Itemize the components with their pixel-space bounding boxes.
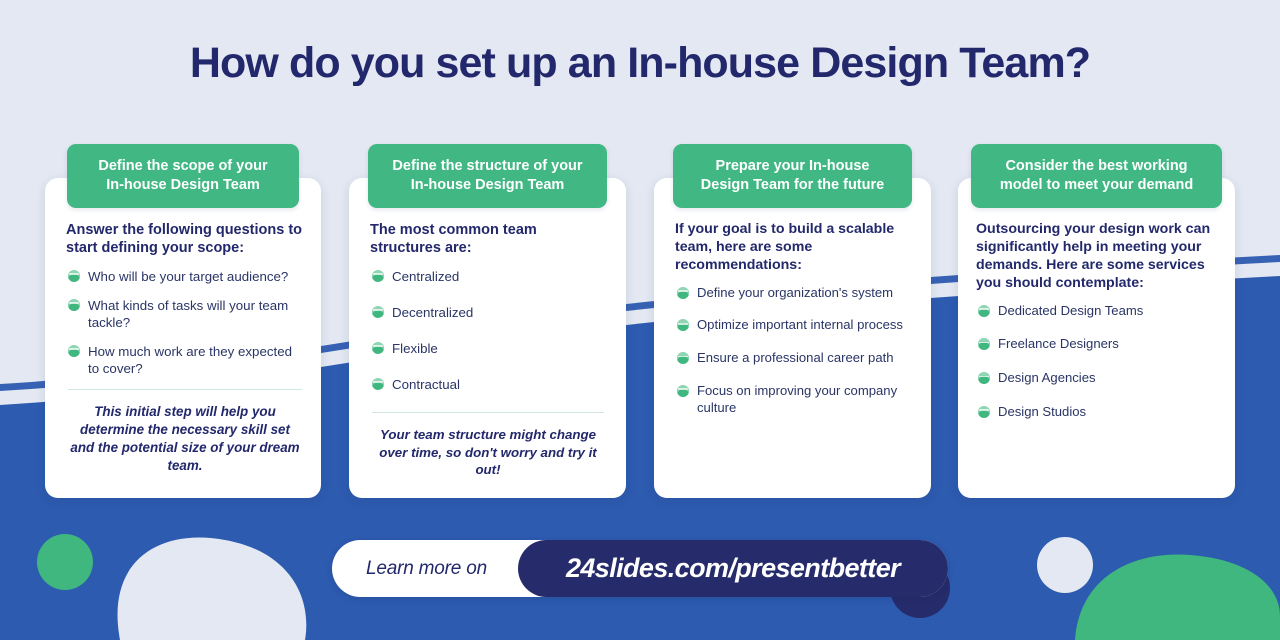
list-item: Optimize important internal process <box>675 317 911 334</box>
list-item-label: How much work are they expected to cover… <box>88 343 292 376</box>
divider <box>68 388 302 390</box>
list-item-label: Contractual <box>392 376 460 392</box>
list-item: How much work are they expected to cover… <box>66 343 304 377</box>
bullet-dot-icon <box>677 286 689 299</box>
bullet-list: Dedicated Design Teams Freelance Designe… <box>976 303 1221 421</box>
bullet-list: Who will be your target audience? What k… <box>66 268 304 377</box>
list-item-label: Decentralized <box>392 304 474 320</box>
cta-url-button[interactable]: 24slides.com/presentbetter <box>518 540 948 597</box>
card-header-line-1: Consider the best working <box>1005 158 1188 174</box>
bullet-dot-icon <box>372 305 384 318</box>
list-item-label: Optimize important internal process <box>697 317 903 333</box>
list-item-label: Design Studios <box>998 403 1087 419</box>
bullet-dot-icon <box>372 269 384 282</box>
list-item: Freelance Designers <box>976 336 1221 353</box>
card-body: Answer the following questions to start … <box>45 178 321 498</box>
bullet-dot-icon <box>978 372 990 385</box>
card-intro-text: The most common team structures are: <box>370 222 537 257</box>
list-item-label: Dedicated Design Teams <box>998 302 1144 318</box>
list-item: Define your organization's system <box>675 285 911 302</box>
bullet-dot-icon <box>677 352 689 365</box>
card-header-line-1: Define the structure of your <box>392 158 583 174</box>
list-item-label: Design Agencies <box>998 370 1096 386</box>
list-item: Flexible <box>370 340 606 357</box>
bullet-dot-icon <box>978 338 990 351</box>
list-item: What kinds of tasks will your team tackl… <box>66 297 304 331</box>
card-body: The most common team structures are: Cen… <box>349 178 626 498</box>
bullet-dot-icon <box>68 269 80 282</box>
cta-label: Learn more on <box>366 557 487 579</box>
list-item-label: Define your organization's system <box>697 284 894 300</box>
card-body: Outsourcing your design work can signifi… <box>958 178 1235 498</box>
bullet-list: Define your organization's system Optimi… <box>675 285 911 417</box>
bullet-list: Centralized Decentralized Flexible Contr… <box>370 268 606 393</box>
list-item: Dedicated Design Teams <box>976 303 1221 320</box>
bullet-dot-icon <box>677 384 689 397</box>
card-header-line-1: Prepare your In-house <box>715 158 870 174</box>
card-prepare-future: Prepare your In-house Design Team for th… <box>654 144 931 498</box>
bullet-dot-icon <box>372 377 384 390</box>
card-intro-text: Outsourcing your design work can signifi… <box>976 221 1211 291</box>
card-note: This initial step will help you determin… <box>70 403 300 473</box>
card-intro-text: Answer the following questions to start … <box>66 222 303 257</box>
card-working-model: Consider the best working model to meet … <box>958 144 1235 498</box>
card-intro-text: If your goal is to build a scalable team… <box>675 221 895 273</box>
bullet-dot-icon <box>978 304 990 317</box>
list-item-label: Freelance Designers <box>998 336 1119 352</box>
bullet-dot-icon <box>68 298 80 311</box>
bullet-dot-icon <box>677 319 689 332</box>
list-item-label: Who will be your target audience? <box>88 268 289 284</box>
list-item: Who will be your target audience? <box>66 268 304 285</box>
bullet-dot-icon <box>978 405 990 418</box>
card-body: If your goal is to build a scalable team… <box>654 178 931 498</box>
list-item-label: Ensure a professional career path <box>697 350 894 366</box>
cta-banner[interactable]: Learn more on 24slides.com/presentbetter <box>332 540 948 597</box>
list-item-label: What kinds of tasks will your team tackl… <box>88 297 289 330</box>
list-item-label: Focus on improving your company culture <box>697 382 898 415</box>
divider <box>372 411 604 413</box>
card-define-scope: Define the scope of your In-house Design… <box>45 144 321 498</box>
bullet-dot-icon <box>68 344 80 357</box>
list-item: Centralized <box>370 268 606 285</box>
list-item: Decentralized <box>370 304 606 321</box>
list-item: Contractual <box>370 376 606 393</box>
bullet-dot-icon <box>372 341 384 354</box>
list-item: Ensure a professional career path <box>675 350 911 367</box>
list-item-label: Centralized <box>392 268 460 284</box>
card-header-line-1: Define the scope of your <box>98 158 268 174</box>
list-item: Design Agencies <box>976 370 1221 387</box>
page-title: How do you set up an In-house Design Tea… <box>189 39 1091 87</box>
list-item-label: Flexible <box>392 340 438 356</box>
list-item: Design Studios <box>976 404 1221 421</box>
card-note: Your team structure might change over ti… <box>379 426 597 478</box>
infographic-slide: How do you set up an In-house Design Tea… <box>0 0 1280 640</box>
card-define-structure: Define the structure of your In-house De… <box>349 144 626 498</box>
list-item: Focus on improving your company culture <box>675 383 911 417</box>
